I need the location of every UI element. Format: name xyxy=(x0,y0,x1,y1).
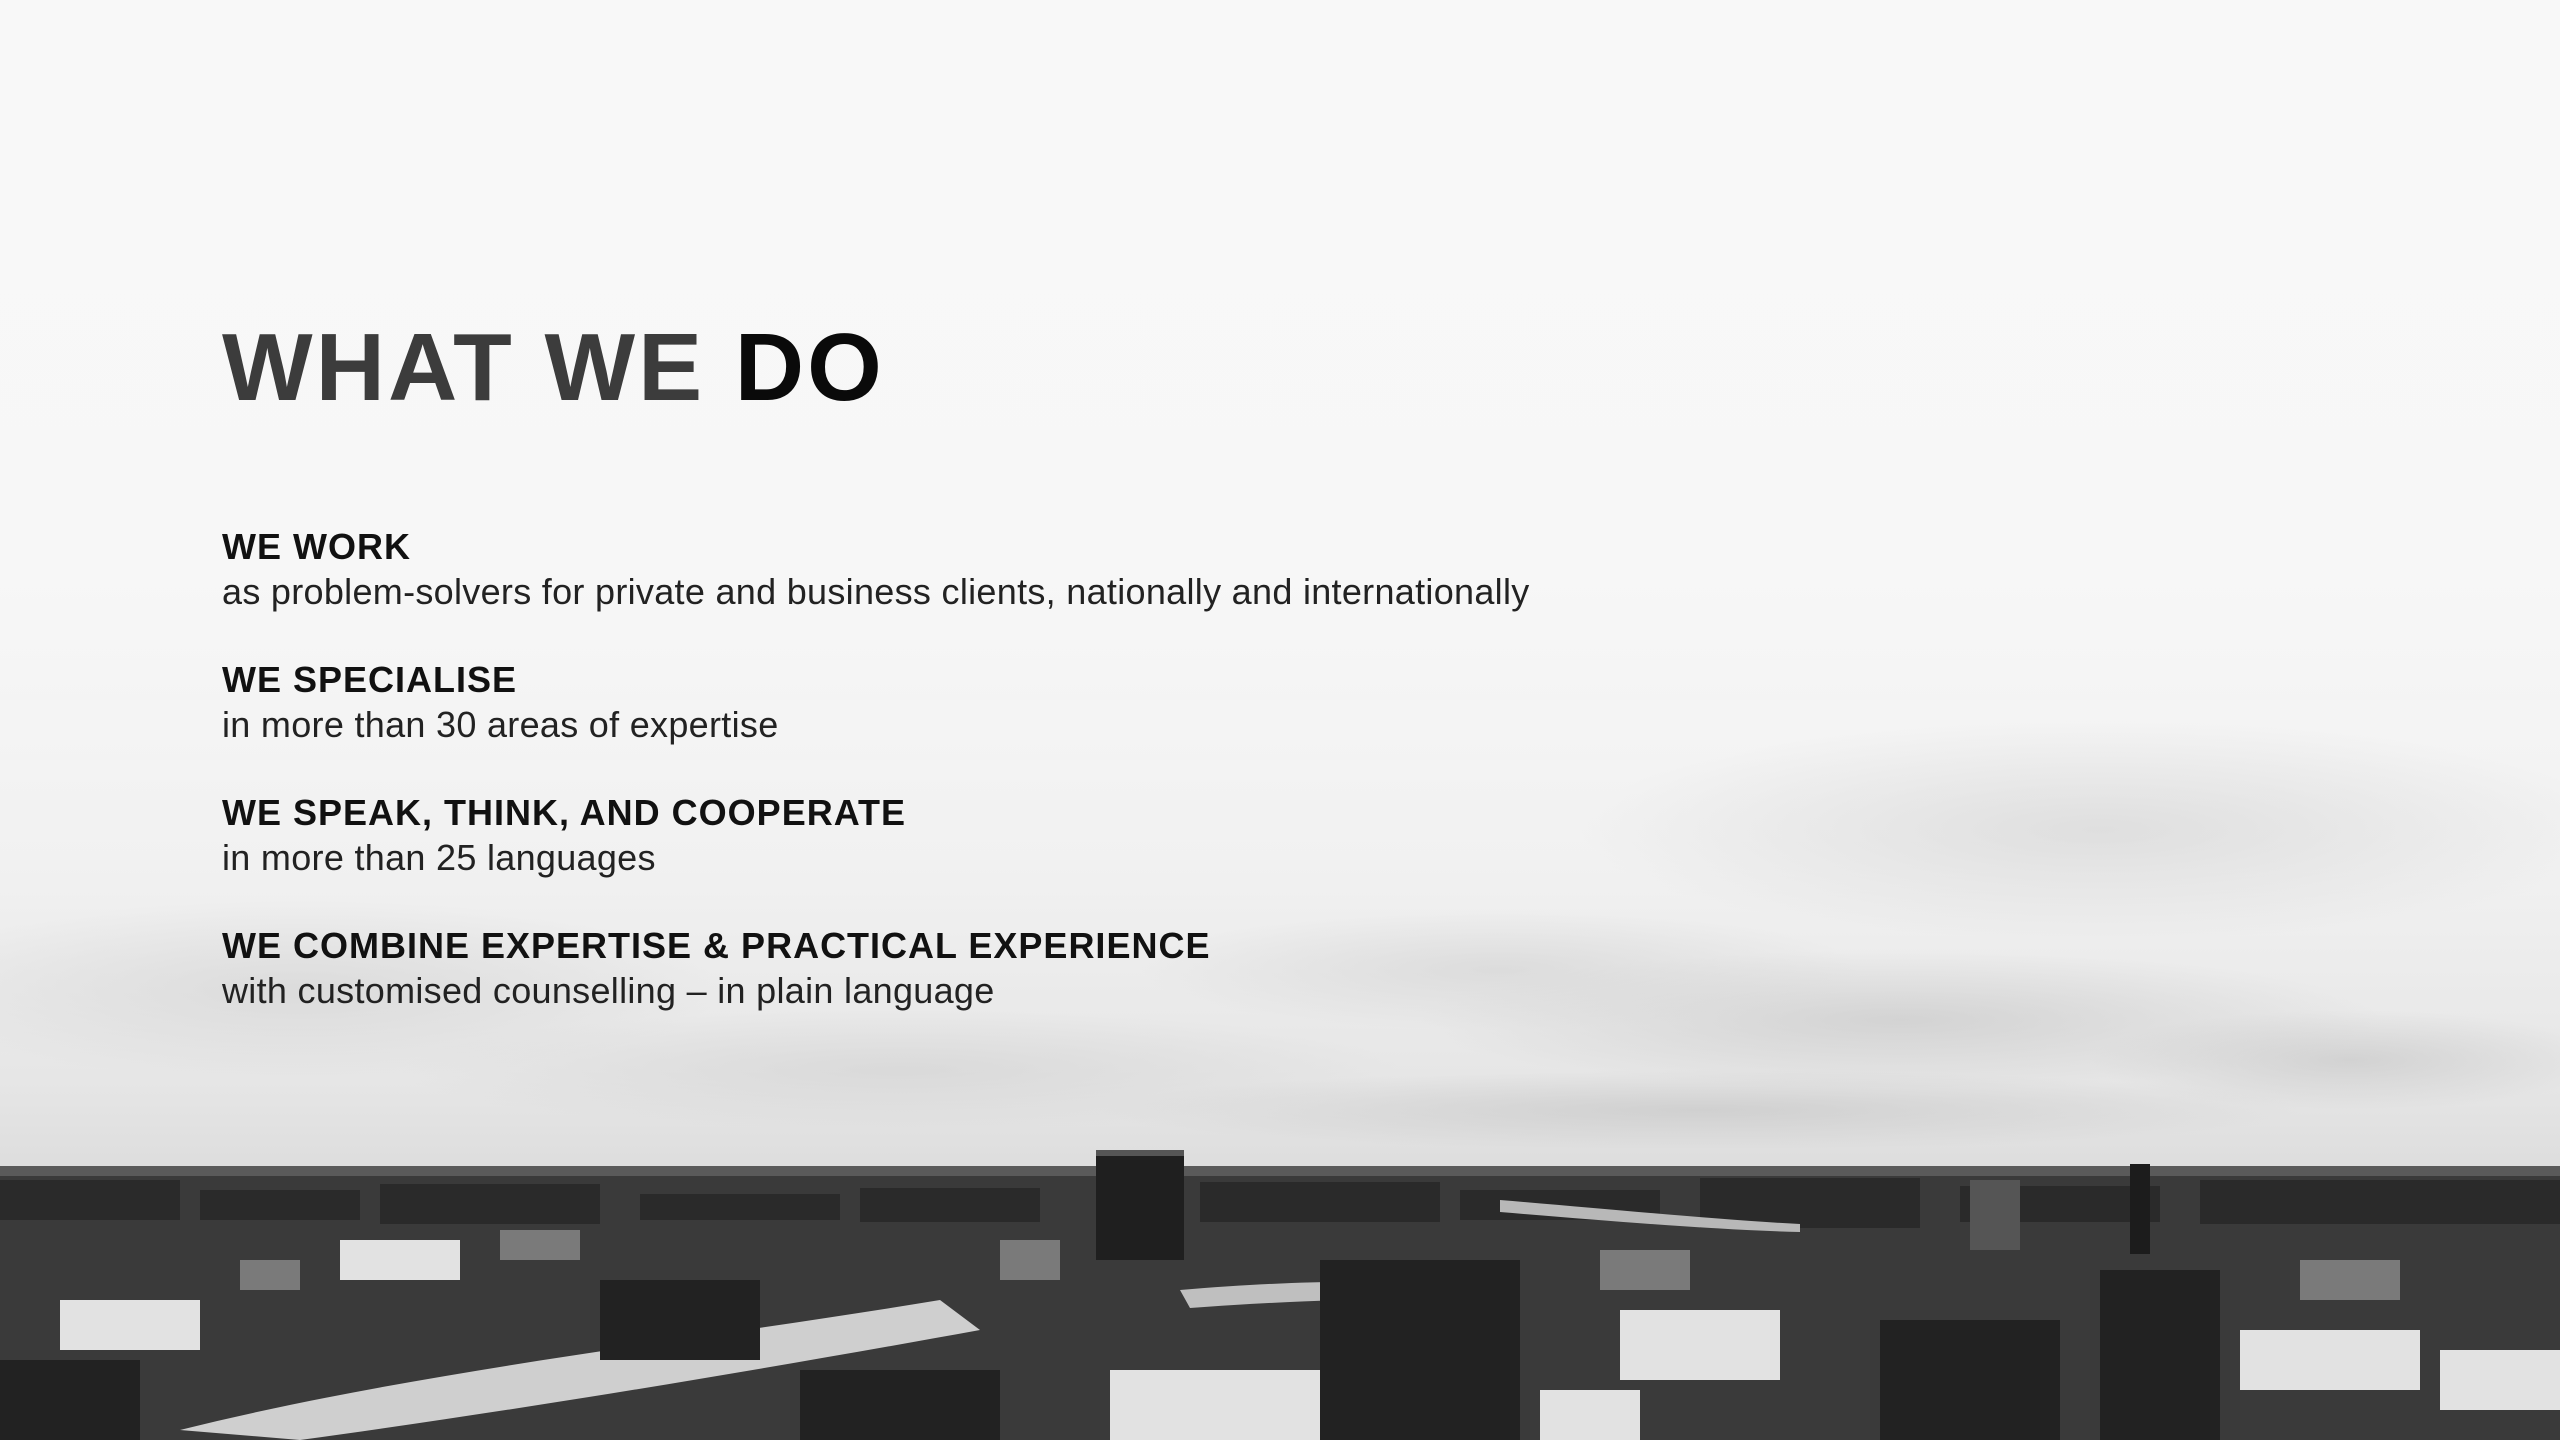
statement-title: WE COMBINE EXPERTISE & PRACTICAL EXPERIE… xyxy=(222,925,1211,966)
statement-title: WE WORK xyxy=(222,526,411,567)
statement-text: in more than 25 languages xyxy=(222,837,656,878)
content-block: WHAT WE DO WE WORK as problem-solvers fo… xyxy=(222,310,2122,1057)
statement-item: WE WORK as problem-solvers for private a… xyxy=(222,525,2122,615)
page-title-part-light: WHAT WE xyxy=(222,314,706,421)
statement-text: with customised counselling – in plain l… xyxy=(222,970,995,1011)
city-skyline-image xyxy=(0,1150,2560,1440)
page-title: WHAT WE DO xyxy=(222,310,2122,425)
statement-title: WE SPEAK, THINK, AND COOPERATE xyxy=(222,792,907,833)
statement-text: as problem-solvers for private and busin… xyxy=(222,571,1530,612)
statement-title: WE SPECIALISE xyxy=(222,659,518,700)
statement-item: WE SPEAK, THINK, AND COOPERATE in more t… xyxy=(222,791,2122,881)
slide: WHAT WE DO WE WORK as problem-solvers fo… xyxy=(0,0,2560,1440)
statement-item: WE COMBINE EXPERTISE & PRACTICAL EXPERIE… xyxy=(222,924,2122,1014)
statement-text: in more than 30 areas of expertise xyxy=(222,704,779,745)
page-title-part-dark: DO xyxy=(734,314,885,421)
statement-item: WE SPECIALISE in more than 30 areas of e… xyxy=(222,658,2122,748)
